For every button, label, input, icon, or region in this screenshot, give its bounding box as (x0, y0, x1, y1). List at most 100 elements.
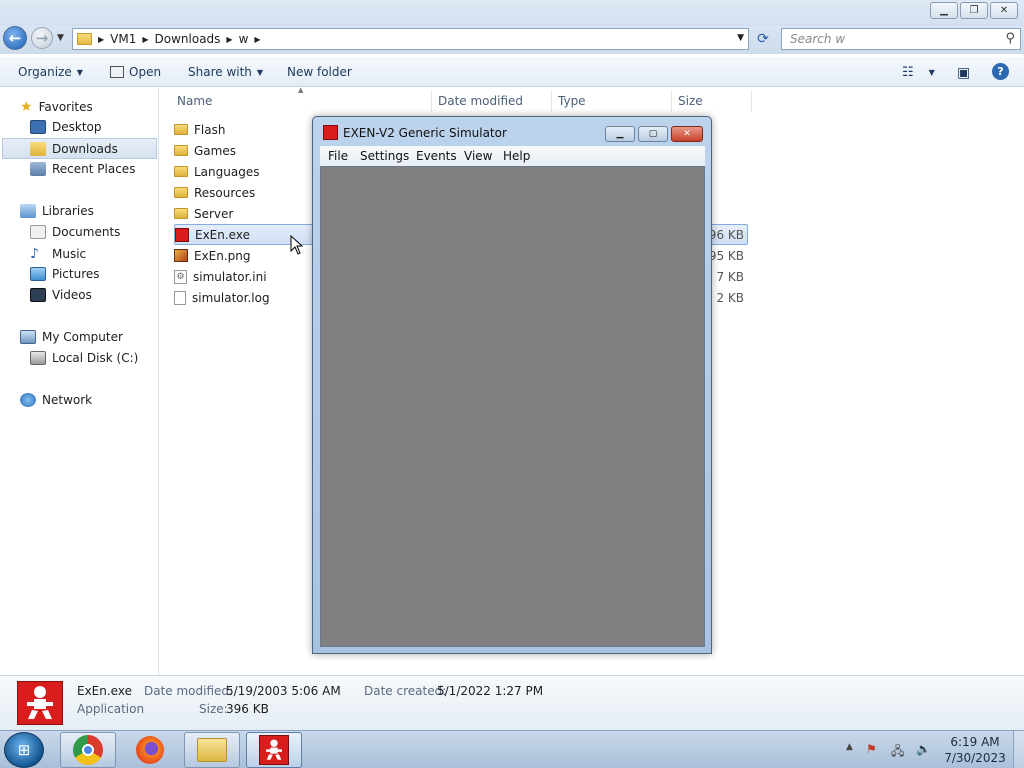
back-button[interactable]: ← (3, 26, 27, 50)
nav-libraries[interactable]: Libraries (20, 204, 94, 218)
column-header-name[interactable]: Name (177, 94, 212, 108)
recent-pages-dropdown[interactable]: ▼ (57, 33, 64, 43)
network-tray-icon[interactable]: 🖧 (891, 742, 904, 763)
simulator-close-button[interactable]: ✕ (671, 126, 703, 142)
column-header-date-modified[interactable]: Date modified (438, 94, 523, 108)
exen-app-icon (175, 227, 189, 242)
list-item[interactable]: Resources (174, 182, 255, 203)
taskbar-clock[interactable]: 6:19 AM 7/30/2023 (940, 734, 1010, 766)
nav-my-computer[interactable]: My Computer (20, 330, 123, 344)
taskbar-chrome[interactable] (60, 732, 116, 768)
list-item[interactable]: ExEn.png (174, 245, 251, 266)
chevron-right-icon[interactable]: ▶ (226, 35, 232, 44)
recent-places-icon (30, 162, 46, 176)
list-item[interactable]: Flash (174, 119, 225, 140)
nav-downloads[interactable]: Downloads (2, 138, 157, 159)
column-divider[interactable] (551, 90, 552, 112)
nav-music[interactable]: ♪ Music (30, 246, 86, 262)
nav-music-label: Music (52, 247, 87, 261)
organize-button[interactable]: Organize ▼ (18, 65, 83, 79)
details-date-modified: 5/19/2003 5:06 AM (226, 684, 341, 698)
volume-muted-icon[interactable]: 🔈 (916, 742, 931, 756)
file-name: Games (194, 143, 236, 158)
view-options-button[interactable]: ☷ ▼ (902, 65, 935, 80)
column-divider[interactable] (431, 90, 432, 112)
breadcrumb-w[interactable]: w (239, 32, 249, 46)
nav-desktop[interactable]: Desktop (30, 120, 102, 134)
folder-icon (174, 166, 188, 177)
chevron-right-icon[interactable]: ▶ (254, 35, 260, 44)
start-button[interactable]: ⊞ (4, 732, 44, 768)
nav-network-label: Network (42, 393, 93, 407)
desktop-icon (30, 120, 46, 134)
column-header-type[interactable]: Type (558, 94, 586, 108)
show-desktop-button[interactable] (1013, 731, 1024, 768)
explorer-titlebar: ▁ ❐ ✕ (0, 0, 1024, 26)
simulator-title: EXEN-V2 Generic Simulator (343, 126, 507, 140)
menu-view[interactable]: View (464, 149, 492, 163)
list-item[interactable]: Server (174, 203, 233, 224)
menu-file[interactable]: File (328, 149, 348, 163)
address-dropdown-icon[interactable]: ▼ (737, 33, 744, 43)
chevron-down-icon: ▼ (928, 68, 935, 77)
address-bar[interactable]: ▶ VM1 ▶ Downloads ▶ w ▶ ▼ (72, 28, 749, 50)
help-icon[interactable]: ? (992, 63, 1009, 80)
explorer-folder-icon (197, 738, 227, 762)
forward-button[interactable]: → (31, 27, 53, 49)
list-item[interactable]: Languages (174, 161, 259, 182)
share-with-button[interactable]: Share with ▼ (188, 65, 263, 79)
column-header-size[interactable]: Size (678, 94, 703, 108)
nav-pictures[interactable]: Pictures (30, 267, 100, 281)
open-icon (110, 66, 124, 78)
menu-events[interactable]: Events (416, 149, 457, 163)
nav-videos[interactable]: Videos (30, 288, 92, 302)
action-center-icon[interactable]: ⚑ (866, 742, 877, 756)
search-placeholder: Search w (790, 32, 846, 46)
close-button[interactable]: ✕ (990, 2, 1018, 19)
details-size: 396 KB (226, 702, 269, 716)
preview-pane-icon[interactable]: ▣ (957, 65, 970, 81)
nav-favorites[interactable]: ★ Favorites (20, 99, 93, 115)
cursor-arrow-icon (290, 234, 304, 255)
exen-figure-icon (266, 739, 282, 760)
column-divider[interactable] (751, 90, 752, 112)
list-item[interactable]: simulator.log (174, 287, 270, 308)
simulator-window[interactable]: EXEN-V2 Generic Simulator ▁ ▢ ✕ File Set… (312, 116, 712, 654)
list-item[interactable]: Games (174, 140, 236, 161)
taskbar-firefox[interactable] (122, 732, 178, 768)
refresh-icon[interactable]: ⟳ (752, 29, 774, 49)
disk-icon (30, 351, 46, 365)
breadcrumb-downloads[interactable]: Downloads (155, 32, 221, 46)
new-folder-button[interactable]: New folder (287, 65, 352, 79)
menu-help[interactable]: Help (503, 149, 530, 163)
details-pane: ExEn.exe Application Date modified: 5/19… (0, 675, 1024, 730)
taskbar-explorer[interactable] (184, 732, 240, 768)
simulator-menubar: File Settings Events View Help (320, 146, 705, 166)
open-button[interactable]: Open (110, 65, 161, 79)
simulator-screen[interactable] (320, 166, 705, 647)
nav-network[interactable]: Network (20, 393, 92, 407)
open-label: Open (129, 65, 162, 79)
breadcrumb-vm1[interactable]: VM1 (110, 32, 136, 46)
exen-figure-icon (27, 686, 53, 719)
restore-button[interactable]: ❐ (960, 2, 988, 19)
search-icon[interactable]: ⚲ (1005, 31, 1015, 46)
chevron-right-icon[interactable]: ▶ (142, 35, 148, 44)
nav-documents[interactable]: Documents (30, 225, 120, 239)
taskbar-exen-simulator[interactable] (246, 732, 302, 768)
exen-app-icon (259, 735, 289, 765)
details-file-name: ExEn.exe (77, 684, 132, 698)
list-item[interactable]: ⚙ simulator.ini (174, 266, 267, 287)
window-controls: ▁ ❐ ✕ (930, 2, 1018, 19)
nav-local-disk[interactable]: Local Disk (C:) (30, 351, 138, 365)
search-input[interactable]: Search w ⚲ (781, 28, 1021, 50)
exen-app-icon (323, 125, 338, 140)
minimize-button[interactable]: ▁ (930, 2, 958, 19)
simulator-maximize-button[interactable]: ▢ (638, 126, 668, 142)
chevron-right-icon[interactable]: ▶ (98, 35, 104, 44)
show-hidden-icons[interactable]: ▲ (846, 742, 853, 752)
menu-settings[interactable]: Settings (360, 149, 409, 163)
nav-recent-places[interactable]: Recent Places (30, 162, 135, 176)
simulator-minimize-button[interactable]: ▁ (605, 126, 635, 142)
column-divider[interactable] (671, 90, 672, 112)
